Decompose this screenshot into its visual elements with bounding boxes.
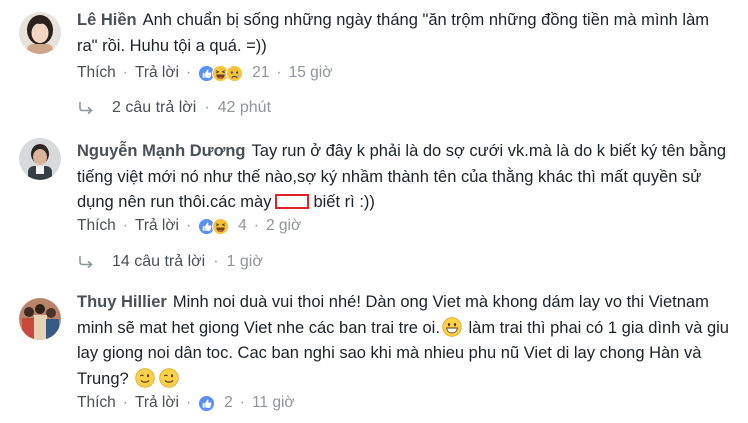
reply-button[interactable]: Trả lời bbox=[135, 394, 179, 412]
comment-actions: Thích · Trả lời · 4 · 2 giờ bbox=[77, 216, 301, 236]
comment-text: Anh chuẩn bị sống những ngày tháng "ăn t… bbox=[77, 11, 710, 55]
comment-actions: Thích · Trả lời · 2 · 11 giờ bbox=[77, 393, 295, 413]
separator: · bbox=[122, 64, 128, 81]
comment-actions: Thích · Trả lời · 21 · 15 giờ bbox=[77, 63, 332, 83]
reaction-count[interactable]: 4 bbox=[238, 217, 247, 235]
separator: · bbox=[185, 394, 192, 411]
separator: · bbox=[204, 99, 210, 116]
comment-time[interactable]: 11 giờ bbox=[252, 394, 295, 412]
separator: · bbox=[276, 64, 282, 81]
sad-reaction-icon bbox=[226, 65, 243, 82]
reactions-summary[interactable] bbox=[198, 395, 212, 412]
like-button[interactable]: Thích bbox=[77, 394, 116, 412]
reply-arrow-icon bbox=[77, 101, 95, 115]
comment-body: Lê Hiền Anh chuẩn bị sống những ngày thán… bbox=[77, 8, 732, 59]
replies-count[interactable]: 2 câu trả lời bbox=[112, 99, 196, 117]
wink-emoji-icon bbox=[159, 368, 179, 388]
separator: · bbox=[239, 394, 245, 411]
reactions-summary[interactable] bbox=[198, 65, 240, 82]
replies-link[interactable]: 2 câu trả lời · 42 phút bbox=[77, 99, 271, 117]
reply-arrow-icon bbox=[77, 255, 95, 269]
separator: · bbox=[122, 394, 128, 411]
wink-emoji-icon bbox=[135, 368, 155, 388]
separator: · bbox=[213, 253, 219, 270]
like-button[interactable]: Thích bbox=[77, 217, 116, 235]
reactions-summary[interactable] bbox=[198, 218, 226, 235]
separator: · bbox=[253, 217, 259, 234]
reply-button[interactable]: Trả lời bbox=[135, 217, 179, 235]
replies-count[interactable]: 14 câu trả lời bbox=[112, 253, 205, 271]
like-button[interactable]: Thích bbox=[77, 64, 116, 82]
haha-reaction-icon bbox=[212, 218, 229, 235]
separator: · bbox=[185, 64, 192, 81]
replies-time: 42 phút bbox=[217, 99, 272, 116]
replies-link[interactable]: 14 câu trả lời · 1 giờ bbox=[77, 253, 263, 271]
reply-button[interactable]: Trả lời bbox=[135, 64, 179, 82]
avatar[interactable] bbox=[19, 138, 61, 180]
comment-author[interactable]: Thuy Hillier bbox=[77, 293, 167, 311]
reaction-count[interactable]: 21 bbox=[252, 64, 269, 82]
comment-text-end: biết rì :)) bbox=[313, 193, 375, 211]
comment-body: Thuy Hillier Minh noi duà vui thoi nhé! D… bbox=[77, 290, 732, 392]
redaction-box bbox=[275, 194, 310, 209]
reaction-count[interactable]: 2 bbox=[224, 394, 233, 412]
like-reaction-icon bbox=[198, 395, 215, 412]
avatar[interactable] bbox=[19, 298, 61, 340]
separator: · bbox=[122, 217, 128, 234]
comment-author[interactable]: Nguyễn Mạnh Dương bbox=[77, 142, 246, 160]
avatar[interactable] bbox=[19, 12, 61, 54]
grin-emoji-icon bbox=[442, 317, 462, 337]
comment-body: Nguyễn Mạnh Dương Tay run ở đây k phải là… bbox=[77, 139, 732, 216]
comment-time[interactable]: 2 giờ bbox=[266, 217, 301, 235]
replies-time: 1 giờ bbox=[226, 253, 263, 270]
separator: · bbox=[185, 217, 192, 234]
comment-author[interactable]: Lê Hiền bbox=[77, 11, 137, 29]
comment-time[interactable]: 15 giờ bbox=[289, 64, 333, 82]
